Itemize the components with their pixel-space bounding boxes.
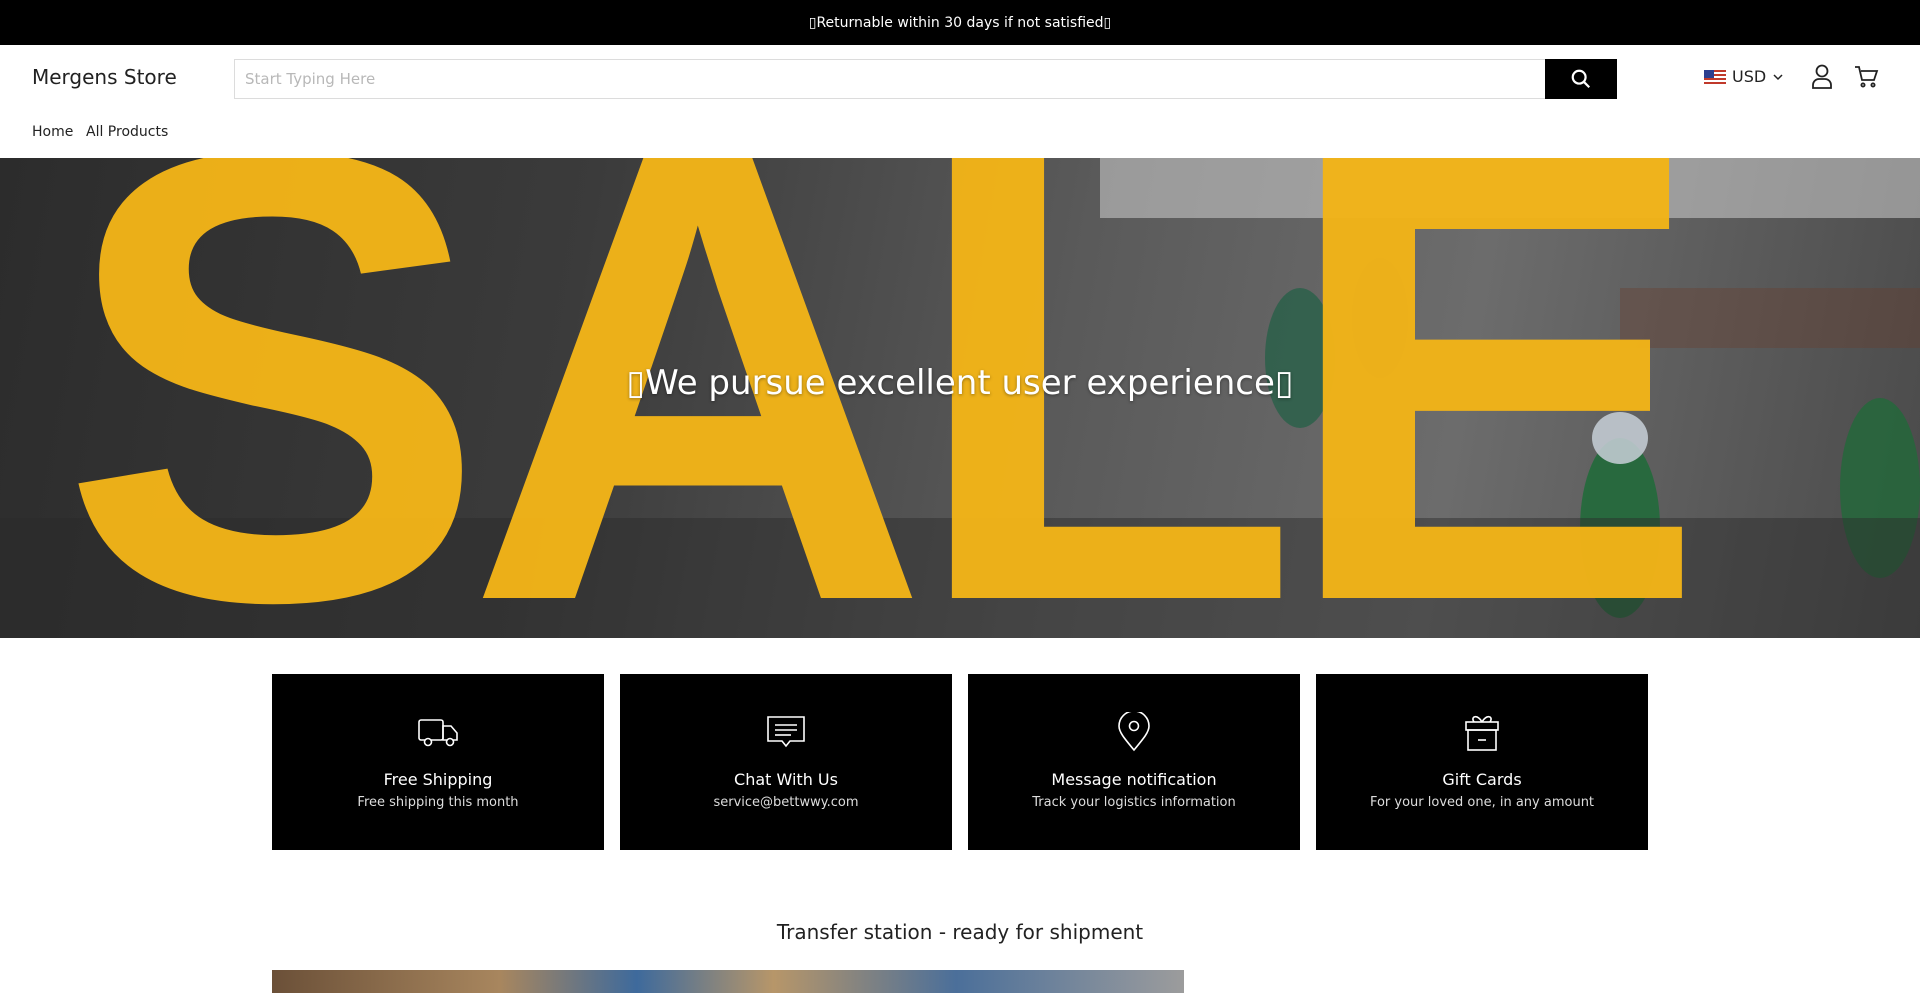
- warehouse-image: [272, 970, 1184, 993]
- currency-label: USD: [1732, 67, 1767, 86]
- feature-subtitle: Track your logistics information: [1032, 795, 1236, 810]
- hero-banner: SALE ▯We pursue excellent user experienc…: [0, 158, 1920, 638]
- section-title: Transfer station - ready for shipment: [776, 920, 1144, 944]
- feature-card-notification: Message notification Track your logistic…: [968, 674, 1300, 850]
- account-button[interactable]: [1810, 63, 1834, 89]
- feature-title: Message notification: [1051, 770, 1217, 789]
- feature-title: Gift Cards: [1442, 770, 1522, 789]
- main-nav: Home All Products: [0, 112, 1920, 158]
- feature-card-chat: Chat With Us service@bettwwy.com: [620, 674, 952, 850]
- feature-subtitle: service@bettwwy.com: [713, 795, 859, 810]
- nav-item-all-products[interactable]: All Products: [86, 124, 168, 140]
- feature-subtitle: For your loved one, in any amount: [1369, 795, 1595, 810]
- chat-icon: [767, 716, 805, 748]
- site-header: Mergens Store USD: [0, 45, 1920, 112]
- feature-title: Chat With Us: [734, 770, 838, 789]
- search-icon: [1571, 69, 1591, 89]
- search-button[interactable]: [1545, 59, 1617, 99]
- cart-icon: [1855, 66, 1879, 88]
- hero-title: ▯We pursue excellent user experience▯: [626, 363, 1294, 403]
- feature-title: Free Shipping: [383, 770, 493, 789]
- search-input[interactable]: [234, 59, 1545, 99]
- features-row: Free Shipping Free shipping this month C…: [272, 674, 1648, 850]
- feature-card-gift: Gift Cards For your loved one, in any am…: [1316, 674, 1648, 850]
- currency-selector[interactable]: USD: [1704, 67, 1784, 86]
- gift-icon: [1465, 715, 1499, 751]
- user-icon: [1812, 64, 1832, 89]
- search-bar: [234, 59, 1617, 99]
- store-logo[interactable]: Mergens Store: [32, 65, 177, 89]
- map-pin-icon: [1118, 712, 1150, 752]
- announcement-text: ▯Returnable within 30 days if not satisf…: [808, 14, 1112, 31]
- chevron-down-icon: [1773, 73, 1783, 80]
- feature-subtitle: Free shipping this month: [357, 795, 519, 810]
- cart-button[interactable]: [1853, 63, 1879, 89]
- truck-icon: [418, 719, 458, 747]
- us-flag-icon: [1704, 69, 1726, 84]
- feature-card-shipping: Free Shipping Free shipping this month: [272, 674, 604, 850]
- announcement-bar: ▯Returnable within 30 days if not satisf…: [0, 0, 1920, 45]
- nav-item-home[interactable]: Home: [32, 124, 73, 140]
